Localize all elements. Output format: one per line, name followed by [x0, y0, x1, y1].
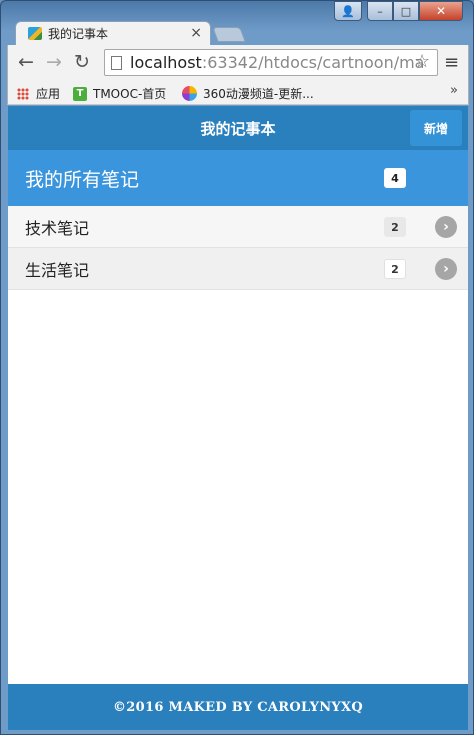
chevron-right-icon[interactable]: › [435, 258, 457, 280]
tmooc-icon: T [73, 86, 87, 101]
bookmark-label: 360动漫频道-更新... [203, 87, 314, 101]
url-host: localhost [130, 53, 202, 72]
url-path: :63342/htdocs/cartnoon/ma [201, 53, 425, 72]
app-header: 我的记事本 新增 [8, 106, 468, 150]
browser-window: 👤 – □ ✕ 我的记事本 × ← → ↻ localhost:63342/ht… [0, 0, 474, 735]
tab-title: 我的记事本 [48, 27, 109, 41]
bookmark-tmooc[interactable]: T TMOOC-首页 [73, 85, 166, 102]
back-arrow-icon[interactable]: ← [18, 52, 34, 72]
bookmark-apps[interactable]: 应用 [17, 85, 60, 102]
reload-icon[interactable]: ↻ [74, 52, 90, 72]
forward-arrow-icon[interactable]: → [46, 52, 62, 72]
address-bar[interactable]: localhost:63342/htdocs/cartnoon/ma [104, 49, 438, 76]
add-note-button[interactable]: 新增 [410, 110, 462, 146]
chevron-right-icon[interactable]: › [435, 216, 457, 238]
app-footer: ©2016 MAKED BY CAROLYNYXQ [8, 684, 468, 730]
user-icon[interactable]: 👤 [334, 1, 362, 21]
browser-tab[interactable]: 我的记事本 × [15, 21, 211, 45]
bookmark-star-icon[interactable]: ☆ [414, 51, 430, 72]
bookmark-label: TMOOC-首页 [93, 87, 167, 101]
bookmark-360[interactable]: 360动漫频道-更新... [182, 85, 314, 102]
bookmark-label: 应用 [36, 87, 61, 101]
window-controls: – □ ✕ [367, 1, 463, 21]
apps-grid-icon [17, 87, 29, 100]
footer-text: ©2016 MAKED BY CAROLYNYXQ [113, 699, 363, 715]
bookmarks-bar: 应用 T TMOOC-首页 360动漫频道-更新... » [7, 81, 469, 105]
tab-close-icon[interactable]: × [190, 25, 202, 41]
count-badge: 2 [384, 217, 406, 237]
all-notes-label: 我的所有笔记 [25, 168, 140, 191]
bookmarks-overflow-icon[interactable]: » [450, 83, 458, 98]
window-user-controls: 👤 [334, 1, 362, 21]
360-icon [182, 86, 197, 101]
list-item-label: 生活笔记 [25, 260, 90, 280]
notebook-favicon-icon [28, 27, 42, 40]
minimize-icon[interactable]: – [367, 1, 393, 21]
page-icon [111, 55, 122, 70]
all-notes-divider: 我的所有笔记 4 [8, 150, 468, 206]
new-tab-button[interactable] [212, 27, 246, 42]
list-item-life-notes[interactable]: 生活笔记 2 › [8, 248, 468, 290]
browser-toolbar: ← → ↻ localhost:63342/htdocs/cartnoon/ma… [7, 45, 469, 81]
list-item-tech-notes[interactable]: 技术笔记 2 › [8, 206, 468, 248]
maximize-icon[interactable]: □ [393, 1, 419, 21]
count-badge: 2 [384, 259, 406, 279]
page-title: 我的记事本 [200, 119, 276, 138]
list-item-label: 技术笔记 [25, 218, 90, 238]
browser-menu-icon[interactable]: ≡ [444, 52, 459, 73]
page-viewport: 我的记事本 新增 我的所有笔记 4 技术笔记 2 › 生活笔记 2 › ©201… [8, 106, 468, 730]
count-badge: 4 [384, 168, 406, 188]
close-window-icon[interactable]: ✕ [419, 1, 463, 21]
